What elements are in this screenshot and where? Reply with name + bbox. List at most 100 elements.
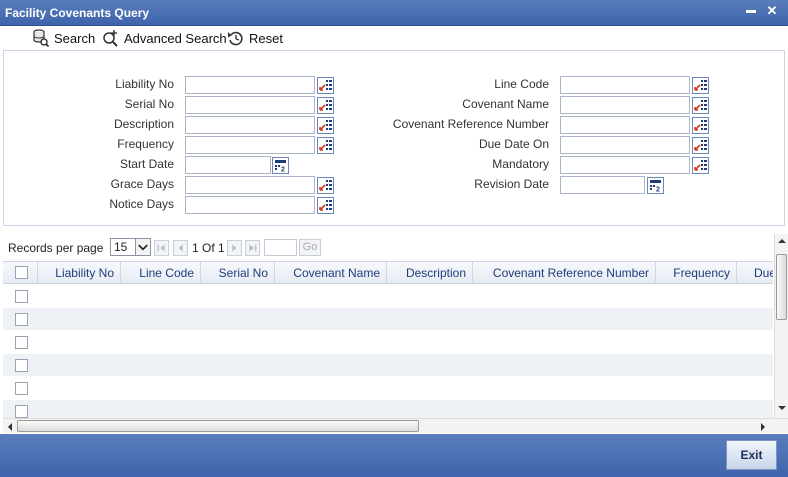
column-header-line-code[interactable]: Line Code xyxy=(121,262,201,284)
liability-no-lov-icon[interactable] xyxy=(317,77,334,94)
liability-no-field[interactable] xyxy=(185,76,315,94)
chevron-down-icon xyxy=(135,239,150,255)
records-per-page-value: 15 xyxy=(114,240,128,254)
description-field[interactable] xyxy=(185,116,315,134)
row-checkbox[interactable] xyxy=(15,405,28,418)
mandatory-lov-icon[interactable] xyxy=(692,157,709,174)
serial-no-lov-icon[interactable] xyxy=(317,97,334,114)
vertical-scrollbar[interactable] xyxy=(774,234,788,418)
table-row[interactable] xyxy=(3,377,773,400)
description-label: Description xyxy=(113,117,174,131)
svg-text:2: 2 xyxy=(281,167,285,174)
page-indicator: 1 Of 1 xyxy=(192,241,225,255)
covenant-reference-number-field[interactable] xyxy=(560,116,690,134)
search-icon xyxy=(33,29,49,47)
select-all-checkbox[interactable] xyxy=(15,266,28,279)
exit-button[interactable]: Exit xyxy=(726,440,777,470)
line-code-lov-icon[interactable] xyxy=(692,77,709,94)
column-header-frequency[interactable]: Frequency xyxy=(656,262,737,284)
grace-days-lov-icon[interactable] xyxy=(317,177,334,194)
title-bar: Facility Covenants Query ▬ ✕ xyxy=(0,0,788,26)
reset-icon xyxy=(228,31,243,45)
due-date-on-field[interactable] xyxy=(560,136,690,154)
previous-page-icon[interactable] xyxy=(173,240,188,256)
last-page-icon[interactable] xyxy=(245,240,260,256)
covenant-name-field[interactable] xyxy=(560,96,690,114)
table-row[interactable] xyxy=(3,400,773,418)
scroll-left-icon[interactable] xyxy=(6,422,14,432)
notice-days-label: Notice Days xyxy=(109,197,174,211)
frequency-label: Frequency xyxy=(117,137,174,151)
pagination-bar: Records per page 15 1 Of 1 Go xyxy=(3,236,775,260)
horizontal-scroll-thumb[interactable] xyxy=(17,420,419,432)
notice-days-field[interactable] xyxy=(185,196,315,214)
line-code-label: Line Code xyxy=(494,77,549,91)
scroll-right-icon[interactable] xyxy=(759,422,767,432)
column-header-covenant-reference-number[interactable]: Covenant Reference Number xyxy=(473,262,656,284)
covenant-name-label: Covenant Name xyxy=(462,97,549,111)
revision-date-calendar-icon[interactable]: 2 xyxy=(647,177,664,194)
page-number-input[interactable] xyxy=(264,239,297,256)
serial-no-field[interactable] xyxy=(185,96,315,114)
vertical-scroll-thumb[interactable] xyxy=(776,254,787,320)
grace-days-field[interactable] xyxy=(185,176,315,194)
serial-no-label: Serial No xyxy=(124,97,174,111)
revision-date-field[interactable] xyxy=(560,176,645,194)
reset-button[interactable]: Reset xyxy=(227,29,283,47)
liability-no-label: Liability No xyxy=(115,77,174,91)
line-code-field[interactable] xyxy=(560,76,690,94)
window-title: Facility Covenants Query xyxy=(5,6,150,20)
records-per-page-label: Records per page xyxy=(8,241,104,255)
revision-date-label: Revision Date xyxy=(474,177,549,191)
svg-text:2: 2 xyxy=(656,187,660,194)
start-date-field[interactable] xyxy=(185,156,271,174)
first-page-icon[interactable] xyxy=(154,240,169,256)
table-row[interactable] xyxy=(3,354,773,377)
go-button[interactable]: Go xyxy=(299,239,321,256)
column-header-covenant-name[interactable]: Covenant Name xyxy=(275,262,387,284)
advanced-search-icon xyxy=(103,30,118,47)
grid-header: Liability No Line Code Serial No Covenan… xyxy=(3,262,773,284)
column-header-due[interactable]: Due xyxy=(737,262,773,284)
description-lov-icon[interactable] xyxy=(317,117,334,134)
minimize-icon[interactable]: ▬ xyxy=(742,2,760,20)
column-header-description[interactable]: Description xyxy=(387,262,473,284)
row-checkbox[interactable] xyxy=(15,336,28,349)
covenant-name-lov-icon[interactable] xyxy=(692,97,709,114)
select-all-cell xyxy=(3,262,38,284)
scroll-down-icon[interactable] xyxy=(777,404,787,412)
start-date-calendar-icon[interactable]: 2 xyxy=(272,157,289,174)
row-checkbox[interactable] xyxy=(15,359,28,372)
table-row[interactable] xyxy=(3,308,773,331)
search-button[interactable]: Search xyxy=(33,29,95,47)
advanced-search-button[interactable]: Advanced Search xyxy=(101,29,227,47)
mandatory-field[interactable] xyxy=(560,156,690,174)
notice-days-lov-icon[interactable] xyxy=(317,197,334,214)
table-row[interactable] xyxy=(3,331,773,354)
row-checkbox[interactable] xyxy=(15,290,28,303)
query-panel: Liability No Serial No Description Frequ… xyxy=(3,50,785,226)
scroll-up-icon[interactable] xyxy=(777,237,787,245)
reset-label: Reset xyxy=(249,30,283,46)
next-page-icon[interactable] xyxy=(227,240,242,256)
row-checkbox[interactable] xyxy=(15,382,28,395)
frequency-field[interactable] xyxy=(185,136,315,154)
results-grid: Liability No Line Code Serial No Covenan… xyxy=(3,261,773,418)
row-checkbox[interactable] xyxy=(15,313,28,326)
due-date-on-label: Due Date On xyxy=(478,137,549,151)
covenant-reference-number-label: Covenant Reference Number xyxy=(392,117,549,131)
covenant-reference-number-lov-icon[interactable] xyxy=(692,117,709,134)
due-date-on-lov-icon[interactable] xyxy=(692,137,709,154)
records-per-page-select[interactable]: 15 xyxy=(110,238,151,256)
table-row[interactable] xyxy=(3,285,773,308)
column-header-liability-no[interactable]: Liability No xyxy=(38,262,121,284)
advanced-search-label: Advanced Search xyxy=(124,30,227,46)
frequency-lov-icon[interactable] xyxy=(317,137,334,154)
footer-bar xyxy=(0,434,788,477)
mandatory-label: Mandatory xyxy=(492,157,549,171)
close-icon[interactable]: ✕ xyxy=(763,2,781,20)
start-date-label: Start Date xyxy=(119,157,174,171)
toolbar: Search Advanced Search Reset xyxy=(0,26,788,50)
column-header-serial-no[interactable]: Serial No xyxy=(201,262,275,284)
horizontal-scrollbar[interactable] xyxy=(3,418,788,433)
